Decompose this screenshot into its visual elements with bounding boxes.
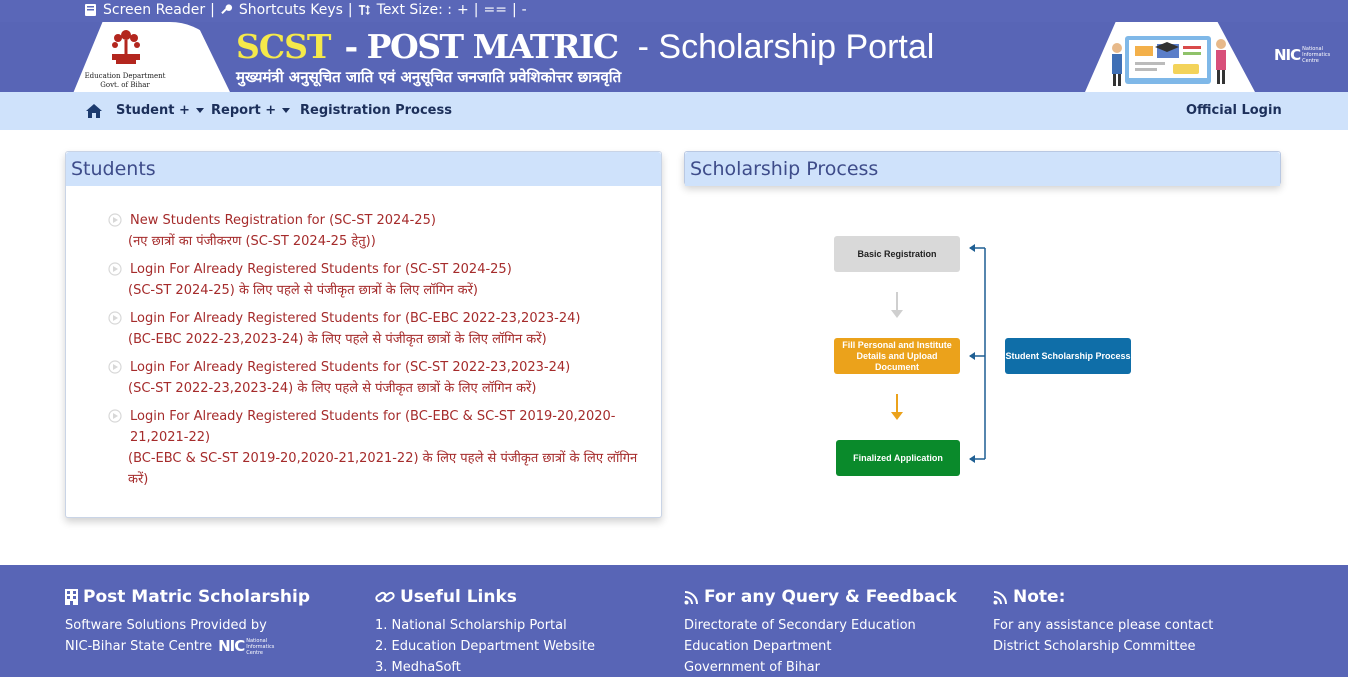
student-link-login-scst-2024-25[interactable]: Login For Already Registered Students fo… [108, 259, 653, 301]
footer-note-line: For any assistance please contact [993, 618, 1214, 633]
student-link-hi: (SC-ST 2024-25) के लिए पहले से पंजीकृत छ… [128, 283, 478, 298]
students-laptop-icon [1112, 36, 1226, 86]
book-icon [85, 4, 96, 16]
government-name: Govt. of Bihar [100, 81, 150, 89]
accessibility-bar: Screen Reader | Shortcuts Keys | Text Si… [0, 0, 1348, 22]
nav-report-label: Report + [211, 103, 277, 118]
nic-full-name: National Informatics Centre [1302, 46, 1331, 64]
bihar-emblem-icon [112, 30, 140, 64]
circle-arrow-right-icon [108, 409, 122, 423]
student-link-en: Login For Already Registered Students fo… [130, 262, 512, 277]
screen-reader-link[interactable]: Screen Reader [103, 2, 205, 18]
students-panel-title: Students [66, 152, 661, 186]
rss-icon [993, 590, 1007, 604]
footer-query-line: Education Department [684, 639, 832, 654]
scholarship-process-diagram: Basic Registration Fill Personal and Ins… [828, 230, 1148, 485]
student-link-login-bcebc-scst-2019-22[interactable]: Login For Already Registered Students fo… [108, 406, 653, 490]
nic-full-name: National Informatics Centre [246, 637, 275, 656]
department-caption: Education Department Govt. of Bihar [80, 72, 170, 90]
student-link-login-scst-2022-24[interactable]: Login For Already Registered Students fo… [108, 357, 653, 399]
footer-note-line: District Scholarship Committee [993, 639, 1196, 654]
rss-icon [684, 590, 698, 604]
footer-query-title: For any Query & Feedback [684, 587, 957, 607]
student-link-en: Login For Already Registered Students fo… [130, 409, 616, 445]
portal-title: SCST - POST MATRIC - Scholarship Portal … [236, 27, 934, 87]
footer-nic-centre: NIC-Bihar State Centre [65, 639, 213, 654]
footer-link-education-dept[interactable]: 2. Education Department Website [375, 636, 595, 657]
home-icon[interactable] [85, 103, 103, 119]
feedback-bracket [969, 244, 986, 463]
text-size-increase[interactable]: + [457, 2, 469, 18]
nav-student-menu[interactable]: Student + [116, 103, 204, 118]
site-footer: Post Matric Scholarship Software Solutio… [0, 565, 1348, 677]
education-department-logo[interactable]: Education Department Govt. of Bihar [60, 22, 230, 92]
arrow-down-icon [891, 394, 903, 420]
circle-arrow-right-icon [108, 311, 122, 325]
official-login-link[interactable]: Official Login [1186, 103, 1282, 118]
student-link-hi: (नए छात्रों का पंजीकरण (SC-ST 2024-25 हे… [128, 234, 376, 249]
text-height-icon [358, 5, 370, 15]
footer-link-nsp[interactable]: 1. National Scholarship Portal [375, 615, 595, 636]
footer-about-nic: NIC-Bihar State Centre NIC National Info… [65, 636, 310, 657]
footer-note-title-text: Note: [1013, 587, 1066, 607]
scholarship-illustration [1085, 22, 1255, 92]
nic-logo-text: NIC [218, 637, 245, 655]
footer-col-useful-links: Useful Links 1. National Scholarship Por… [375, 587, 595, 677]
footer-col-about: Post Matric Scholarship Software Solutio… [65, 587, 310, 657]
text-size-decrease[interactable]: - [522, 2, 527, 18]
header-banner: Education Department Govt. of Bihar SCST… [0, 22, 1348, 92]
student-link-en: Login For Already Registered Students fo… [130, 360, 571, 375]
nav-registration-process[interactable]: Registration Process [300, 103, 452, 118]
nav-report-menu[interactable]: Report + [211, 103, 291, 118]
nic-logo-text: NIC [1274, 46, 1301, 64]
footer-query-title-text: For any Query & Feedback [704, 587, 957, 607]
footer-note-title: Note: [993, 587, 1213, 607]
student-link-en: New Students Registration for (SC-ST 202… [130, 213, 436, 228]
student-link-en: Login For Already Registered Students fo… [130, 311, 581, 326]
student-link-login-bcebc-2022-24[interactable]: Login For Already Registered Students fo… [108, 308, 653, 350]
circle-arrow-right-icon [108, 262, 122, 276]
portal-subtitle-hindi: मुख्यमंत्री अनुसूचित जाति एवं अनुसूचित ज… [236, 68, 622, 86]
nic-logo: NIC National Informatics Centre [1274, 46, 1332, 64]
title-post-matric: - POST MATRIC [344, 27, 619, 66]
nav-student-label: Student + [116, 103, 190, 118]
student-links-list: New Students Registration for (SC-ST 202… [108, 210, 653, 497]
link-icon [375, 591, 395, 603]
circle-arrow-right-icon [108, 360, 122, 374]
chevron-down-icon [195, 108, 204, 113]
student-link-hi: (BC-EBC & SC-ST 2019-20,2020-21,2021-22)… [128, 451, 638, 487]
footer-query-line: Directorate of Secondary Education [684, 618, 916, 633]
footer-query-line: Government of Bihar [684, 660, 820, 675]
separator: | [511, 2, 517, 18]
footer-col-note: Note: For any assistance please contact … [993, 587, 1213, 657]
flow-connectors [891, 244, 986, 463]
separator: | [473, 2, 479, 18]
student-link-hi: (SC-ST 2022-23,2023-24) के लिए पहले से प… [128, 381, 537, 396]
text-size-label: Text Size: : [376, 2, 453, 18]
footer-about-line: Software Solutions Provided by [65, 618, 267, 633]
separator: | [347, 2, 353, 18]
building-icon [65, 589, 78, 605]
title-scholarship-portal: - Scholarship Portal [637, 28, 935, 66]
circle-arrow-right-icon [108, 213, 122, 227]
department-name: Education Department [84, 72, 166, 80]
arrow-down-icon [891, 292, 903, 318]
student-link-new-registration[interactable]: New Students Registration for (SC-ST 202… [108, 210, 653, 252]
students-panel: Students New Students Registration for (… [65, 151, 662, 518]
scholarship-process-title: Scholarship Process [685, 152, 1280, 186]
footer-links-title: Useful Links [375, 587, 595, 607]
footer-col-query: For any Query & Feedback Directorate of … [684, 587, 957, 677]
scholarship-process-panel: Scholarship Process [684, 151, 1281, 186]
footer-about-title-text: Post Matric Scholarship [83, 587, 311, 607]
key-icon [221, 4, 232, 15]
chevron-down-icon [282, 108, 291, 113]
footer-links-title-text: Useful Links [400, 587, 517, 607]
text-size-normal[interactable]: == [483, 2, 506, 18]
footer-link-medhasoft[interactable]: 3. MedhaSoft [375, 657, 595, 677]
title-scst: SCST [236, 27, 331, 66]
student-link-hi: (BC-EBC 2022-23,2023-24) के लिए पहले से … [128, 332, 547, 347]
shortcut-keys-link[interactable]: Shortcuts Keys [239, 2, 343, 18]
footer-about-title: Post Matric Scholarship [65, 587, 310, 607]
separator: | [210, 2, 215, 18]
